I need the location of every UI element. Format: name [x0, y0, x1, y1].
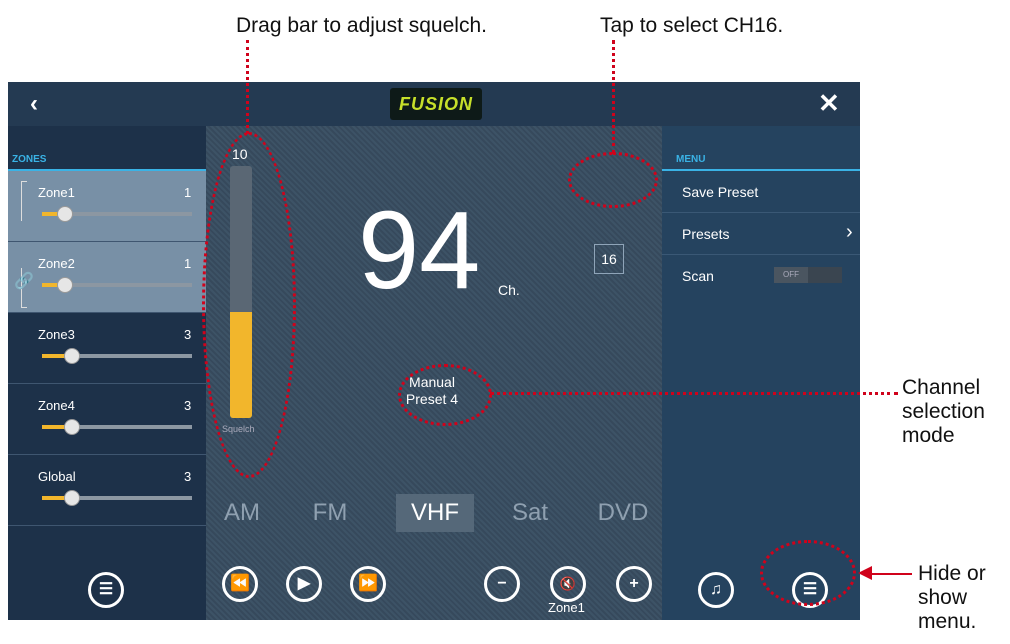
- slider-knob[interactable]: [64, 419, 80, 435]
- zone-volume-slider[interactable]: [42, 419, 192, 435]
- zone-name: Global: [38, 469, 76, 484]
- slider-knob[interactable]: [64, 348, 80, 364]
- zone-name: Zone3: [38, 327, 75, 342]
- menu-button-highlight: [760, 540, 856, 606]
- top-bar: ‹ FUSION ✕: [8, 82, 860, 126]
- zone-row: Zone2 1: [8, 242, 206, 313]
- active-zone-label: Zone1: [548, 600, 585, 615]
- zone-volume-value: 3: [184, 327, 192, 342]
- play-icon[interactable]: ▶: [286, 566, 322, 602]
- arrow-left-icon: [858, 566, 872, 580]
- zone-volume-value: 1: [184, 256, 192, 271]
- zone-row: Zone3 3: [8, 313, 206, 384]
- squelch-leader: [246, 40, 249, 134]
- ch16-annotation: Tap to select CH16.: [600, 14, 784, 37]
- zones-heading: ZONES: [12, 154, 47, 165]
- rewind-icon[interactable]: ⏪: [222, 566, 258, 602]
- slider-knob[interactable]: [64, 490, 80, 506]
- menu-leader: [872, 573, 912, 575]
- zone-name: Zone2: [38, 256, 75, 271]
- zone-volume-slider[interactable]: [42, 490, 192, 506]
- close-button[interactable]: ✕: [818, 88, 840, 119]
- zone-volume-value: 1: [184, 185, 192, 200]
- zone-name: Zone4: [38, 398, 75, 413]
- slider-knob[interactable]: [56, 206, 73, 222]
- squelch-annotation: Drag bar to adjust squelch.: [236, 14, 487, 37]
- zone-volume-value: 3: [184, 469, 192, 484]
- chevron-right-icon: ›: [846, 221, 853, 243]
- menu-annotation: Hide or show menu.: [918, 562, 986, 633]
- squelch-highlight: [202, 132, 296, 478]
- zone-name: Zone1: [38, 185, 75, 200]
- scan-item: Scan OFF: [662, 255, 860, 297]
- mode-highlight: [398, 364, 492, 426]
- ch16-highlight: [568, 152, 658, 208]
- channel-number: 94: [358, 189, 481, 312]
- scan-label: Scan: [682, 268, 714, 284]
- save-preset-label: Save Preset: [682, 184, 759, 200]
- mode-leader: [490, 392, 898, 395]
- band-vhf[interactable]: VHF: [396, 494, 474, 532]
- presets-item[interactable]: Presets ›: [662, 213, 860, 255]
- ch16-button[interactable]: 16: [594, 244, 624, 274]
- save-preset-item[interactable]: Save Preset: [662, 171, 860, 213]
- zone-row: Global 3: [8, 455, 206, 526]
- band-am[interactable]: AM: [212, 494, 272, 532]
- band-sat[interactable]: Sat: [500, 494, 560, 532]
- fast-forward-icon[interactable]: ⏩: [350, 566, 386, 602]
- radio-screen: ‹ FUSION ✕ ZONES 🔗 Zone1 1 Zone2 1 Zone3…: [8, 82, 860, 620]
- mute-icon[interactable]: 🔇: [550, 566, 586, 602]
- band-fm[interactable]: FM: [300, 494, 360, 532]
- menu-heading: MENU: [676, 154, 706, 165]
- zone-volume-value: 3: [184, 398, 192, 413]
- channel-unit: Ch.: [498, 282, 520, 298]
- presets-label: Presets: [682, 226, 730, 242]
- slider-knob[interactable]: [56, 277, 73, 293]
- zones-panel: ZONES 🔗 Zone1 1 Zone2 1 Zone3 3 Zone4 3 …: [8, 126, 206, 620]
- zone-row: Zone1 1: [8, 171, 206, 242]
- ch16-leader: [612, 40, 615, 154]
- volume-down-icon[interactable]: −: [484, 566, 520, 602]
- zone-volume-slider[interactable]: [42, 206, 192, 222]
- volume-up-icon[interactable]: +: [616, 566, 652, 602]
- fusion-logo: FUSION: [390, 88, 482, 120]
- mode-annotation: Channel selection mode: [902, 376, 985, 447]
- zone-volume-slider[interactable]: [42, 277, 192, 293]
- zone-volume-slider[interactable]: [42, 348, 192, 364]
- music-icon[interactable]: ♫: [698, 572, 734, 608]
- band-dvd[interactable]: DVD: [590, 494, 656, 532]
- zone-row: Zone4 3: [8, 384, 206, 455]
- zone-settings-icon[interactable]: ☰: [88, 572, 124, 608]
- back-button[interactable]: ‹: [30, 90, 38, 118]
- scan-toggle[interactable]: OFF: [774, 267, 842, 283]
- scan-toggle-state: OFF: [774, 267, 808, 283]
